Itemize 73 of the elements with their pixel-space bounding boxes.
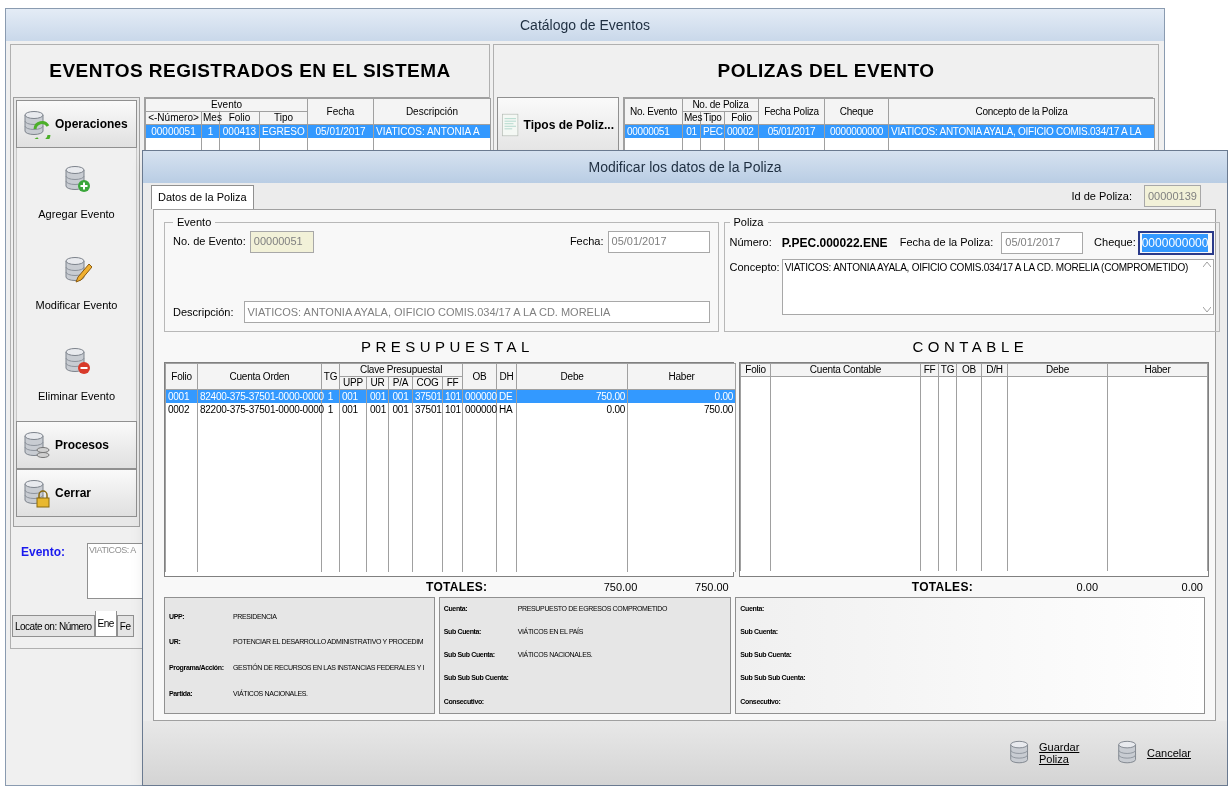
policy-types-button[interactable]: Tipos de Poliz... [497,97,619,153]
totals-label: TOTALES: [426,579,488,596]
section-title: PRESUPUESTAL [359,336,535,357]
field-label: Concepto: [729,259,780,275]
table-row[interactable]: 0002 82200-375-37501-0000-0000 1 001 001 001 37501 101 000000 HA 0.00 750.00 [165,403,736,416]
field-label: Fecha de la Poliza: [899,235,994,251]
database-refresh-icon [21,109,51,139]
scroll-down-icon[interactable] [1202,306,1211,312]
window-title: Catálogo de Eventos [6,9,1164,41]
column-header[interactable]: Folio [740,363,771,377]
group-title: Evento [176,215,213,230]
column-header[interactable]: Haber [627,363,736,390]
column-header[interactable]: OB [462,363,497,390]
field-label: Cheque: [1094,235,1136,251]
save-button[interactable]: Guardar Poliza [1006,739,1085,767]
column-header[interactable]: Debe [516,363,628,390]
scroll-up-icon[interactable] [1202,261,1211,267]
field-label: Número: [729,235,772,251]
column-group-header: No. de Poliza [682,98,759,112]
dialog-title: Modificar los datos de la Poliza [143,151,1227,183]
column-header[interactable]: Folio [165,363,198,390]
column-header[interactable]: DH [496,363,517,390]
panel-title: POLIZAS DEL EVENTO [716,58,936,83]
column-group-header: Evento [145,98,308,112]
column-header[interactable]: D/H [981,363,1008,377]
field-label: No. de Evento: [173,234,246,250]
policy-number: P.PEC.000022.ENE [781,234,889,252]
debit-total: 750.00 [602,579,638,595]
column-header[interactable]: Concepto de la Poliza [888,98,1155,125]
sidebar-group-button[interactable]: Cerrar [16,469,137,517]
concept-field[interactable]: VIATICOS: ANTONIA AYALA, OIFICIO COMIS.034/17 A LA CD. MORELIA (COMPROMETIDO) [781,258,1214,315]
input-field[interactable]: VIATICOS: ANTONIA AYALA, OIFICIO COMIS.034/17 A LA CD. MORELIA [243,301,710,323]
group-title: Poliza [732,215,765,230]
column-header[interactable]: Descripción [373,98,491,125]
event-label: Evento: [21,544,66,561]
column-header[interactable]: Haber [1107,363,1208,377]
credit-total: 0.00 [1180,579,1204,595]
column-header[interactable]: UR [366,376,389,390]
coins-icon [21,430,51,460]
column-group-header: Clave Presupuestal [339,363,463,377]
column-header[interactable]: OB [956,363,982,377]
column-header[interactable]: Cheque [824,98,889,125]
credit-total: 750.00 [694,579,730,595]
column-header[interactable]: Debe [1007,363,1108,377]
sidebar-action-button[interactable]: Agregar Evento [16,148,137,239]
field-label: Descripción: [173,304,234,320]
section-title: CONTABLE [911,336,1030,357]
input-field[interactable]: 05/01/2017 [607,230,710,253]
debit-total: 0.00 [1075,579,1098,595]
sidebar-action-button[interactable]: Modificar Evento [16,239,137,330]
column-header[interactable]: No. Evento [624,98,683,125]
event-description-field[interactable]: VIATICOS: A [87,543,143,599]
panel-title: EVENTOS REGISTRADOS EN EL SISTEMA [48,58,452,83]
input-field[interactable]: 05/01/2017 [1001,231,1084,254]
scrollbar[interactable] [1200,259,1213,314]
sidebar-group-button[interactable]: Procesos [16,421,137,469]
locate-tab[interactable]: Locate on: Número [12,615,95,637]
totals-label: TOTALES: [911,579,973,596]
dialog-tab[interactable]: Datos de la Poliza [151,185,254,209]
column-header[interactable]: Fecha Poliza [758,98,825,125]
locate-tab[interactable]: Ene [94,611,117,637]
column-header[interactable]: Cuenta Contable [770,363,921,377]
column-header[interactable]: Cuenta Orden [197,363,322,390]
input-field[interactable]: 00000051 [249,230,314,253]
sidebar-group-button[interactable]: Operaciones [16,100,137,148]
field-label: Fecha: [569,234,604,250]
database-lock-icon [21,478,51,508]
column-header[interactable]: FF [442,376,463,390]
field-label: Id de Poliza: [1071,188,1132,204]
column-header[interactable]: Fecha [307,98,374,125]
sidebar-action-button[interactable]: Eliminar Evento [16,330,137,421]
cancel-button[interactable]: Cancelar [1114,739,1191,767]
input-field[interactable]: 00000139 [1144,185,1201,207]
